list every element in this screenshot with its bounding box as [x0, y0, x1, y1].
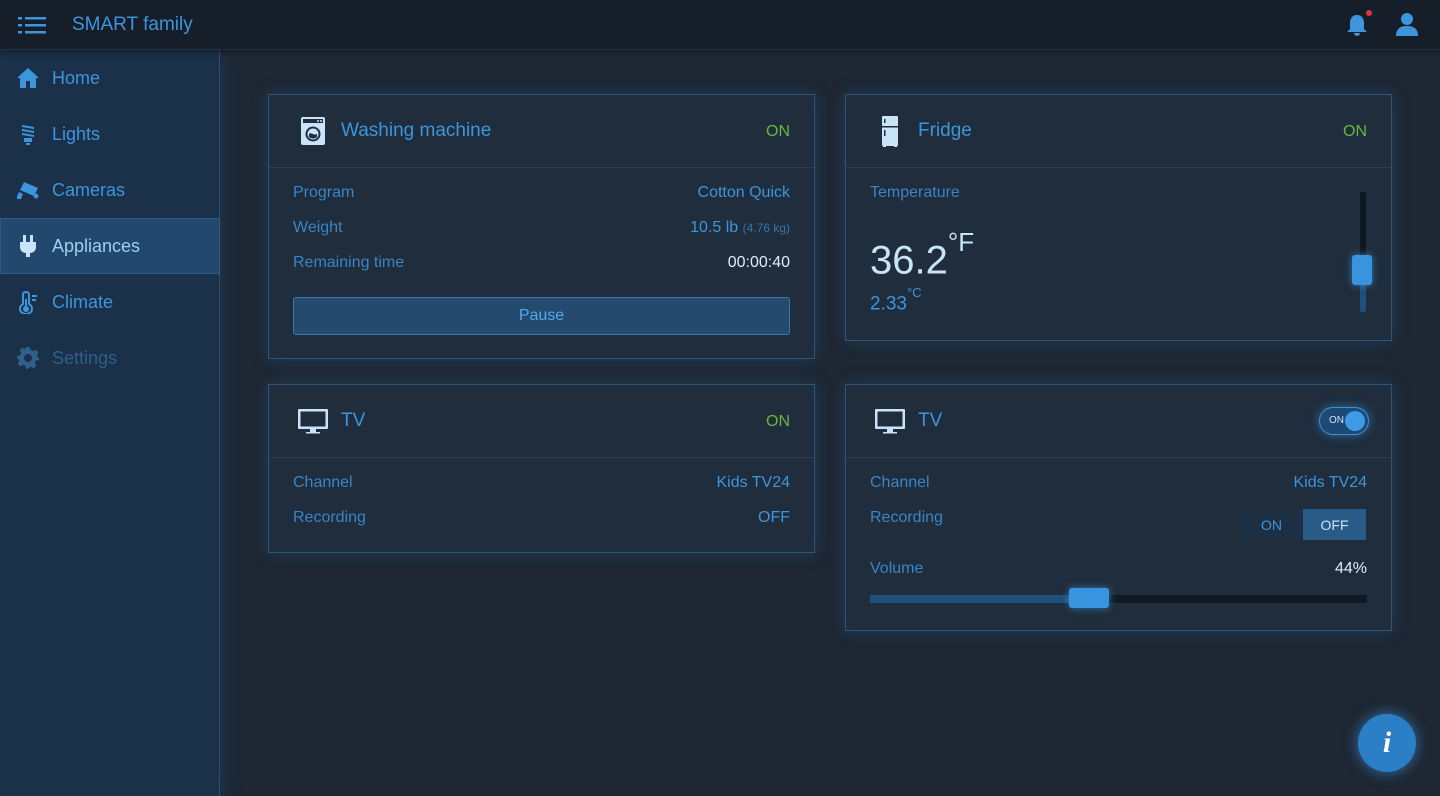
volume-label: Volume — [870, 560, 924, 577]
sidebar-item-appliances[interactable]: Appliances — [0, 218, 220, 274]
temp-c-value: 2.33 — [870, 293, 907, 315]
volume-slider-thumb[interactable] — [1069, 588, 1109, 608]
volume-slider-fill — [870, 595, 1089, 603]
toggle-label: ON — [1329, 415, 1344, 426]
program-value: Cotton Quick — [697, 184, 790, 201]
sidebar: Home Lights Cameras Appliances Climate S… — [0, 50, 220, 796]
power-toggle[interactable]: ON — [1319, 407, 1369, 435]
toggle-knob — [1345, 411, 1365, 431]
status-label: ON — [766, 123, 790, 140]
user-icon[interactable] — [1394, 11, 1420, 37]
app-title: SMART family — [72, 14, 193, 35]
tv-icon — [298, 409, 328, 434]
bulb-icon — [22, 125, 34, 145]
sidebar-item-cameras[interactable]: Cameras — [0, 162, 220, 218]
program-label: Program — [293, 184, 355, 201]
sidebar-item-climate[interactable]: Climate — [0, 274, 220, 330]
remaining-time-value: 00:00:40 — [727, 254, 790, 271]
channel-label: Channel — [293, 474, 353, 491]
card-header: TV ON — [846, 385, 1391, 458]
sidebar-item-settings[interactable]: Settings — [0, 330, 220, 386]
sidebar-item-label: Appliances — [52, 235, 141, 256]
status-label: ON — [766, 413, 790, 430]
sidebar-item-label: Climate — [52, 291, 114, 312]
hamburger-menu-icon[interactable] — [18, 14, 46, 36]
card-header: Fridge ON — [846, 95, 1391, 168]
recording-label: Recording — [870, 509, 943, 526]
sidebar-item-label: Home — [52, 67, 101, 88]
channel-value: Kids TV24 — [716, 474, 790, 491]
pause-button[interactable]: Pause — [293, 297, 790, 335]
sidebar-item-label: Settings — [52, 347, 118, 368]
sidebar-item-lights[interactable]: Lights — [0, 106, 220, 162]
remaining-time-label: Remaining time — [293, 254, 405, 271]
camera-icon — [17, 182, 39, 199]
recording-segmented-control: ON OFF — [1240, 509, 1367, 540]
channel-value[interactable]: Kids TV24 — [1293, 474, 1367, 492]
sidebar-item-label: Lights — [52, 123, 101, 144]
volume-slider-track[interactable] — [870, 595, 1367, 603]
temperature-fahrenheit: 36.2°F — [870, 227, 974, 283]
temperature-label: Temperature — [870, 184, 960, 201]
recording-on-button[interactable]: ON — [1240, 509, 1303, 540]
recording-off-button[interactable]: OFF — [1303, 509, 1366, 540]
weight-value: 10.5 lb (4.76 kg) — [690, 219, 790, 237]
volume-value: 44% — [1334, 560, 1367, 577]
temperature-celsius: 2.33°C — [870, 285, 922, 315]
washing-machine-icon — [301, 117, 325, 145]
unit-c: °C — [906, 285, 922, 300]
temperature-slider-thumb[interactable] — [1352, 255, 1372, 285]
card-header: Washing machine ON — [269, 95, 814, 168]
card-title: Fridge — [918, 120, 972, 141]
channel-label: Channel — [870, 474, 930, 491]
recording-label: Recording — [293, 509, 366, 526]
thermometer-icon — [18, 290, 37, 314]
washing-machine-card: Washing machine ON Program Cotton Quick … — [268, 94, 815, 359]
top-bar: SMART family — [0, 0, 1440, 50]
unit-f: °F — [947, 227, 975, 257]
gear-icon — [17, 347, 39, 369]
weight-label: Weight — [293, 219, 343, 236]
recording-value: OFF — [758, 509, 790, 526]
tv-card: TV ON Channel Kids TV24 Recording OFF — [268, 384, 815, 553]
fridge-card: Fridge ON Temperature 36.2°F 2.33°C — [845, 94, 1392, 341]
card-title: Washing machine — [341, 120, 492, 141]
tv-card-controls: TV ON Channel Kids TV24 Recording ON OFF… — [845, 384, 1392, 631]
sidebar-item-home[interactable]: Home — [0, 50, 220, 106]
bell-icon[interactable] — [1344, 12, 1370, 38]
card-title: TV — [341, 410, 366, 431]
temp-f-value: 36.2 — [870, 238, 948, 283]
weight-lb: 10.5 lb — [690, 219, 739, 236]
info-button[interactable]: i — [1358, 714, 1416, 772]
home-icon — [17, 68, 39, 88]
card-header: TV ON — [269, 385, 814, 458]
status-label: ON — [1343, 123, 1367, 140]
tv-icon — [875, 409, 905, 434]
weight-kg: (4.76 kg) — [742, 221, 790, 235]
plug-icon — [20, 235, 36, 257]
card-title: TV — [918, 410, 943, 431]
temperature-slider-track[interactable] — [1360, 192, 1366, 312]
fridge-icon — [882, 116, 898, 147]
notification-dot — [1366, 10, 1372, 16]
sidebar-item-label: Cameras — [52, 179, 126, 200]
